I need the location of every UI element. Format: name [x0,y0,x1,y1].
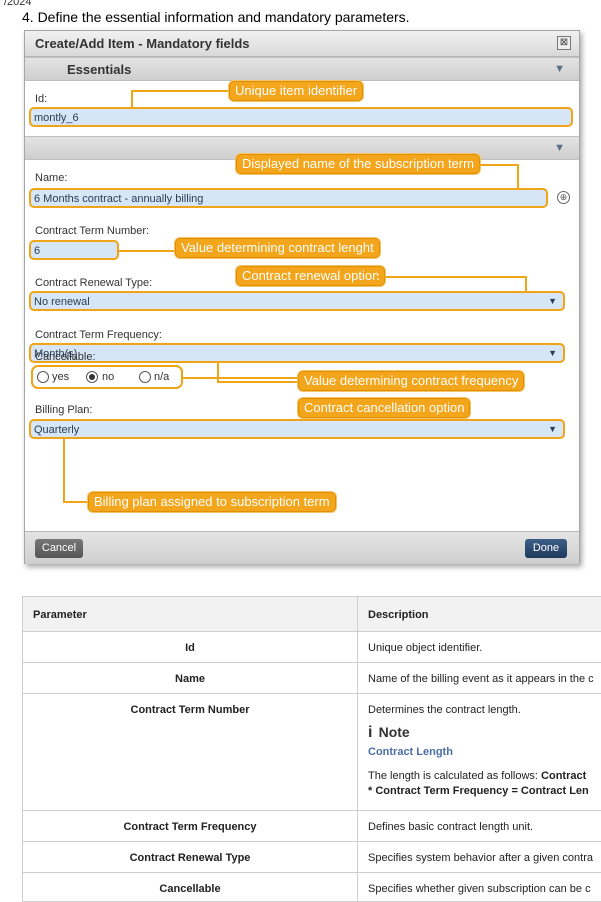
renewal-label: Contract Renewal Type: [35,277,153,289]
billing-select-value: Quarterly [34,424,80,436]
id-input[interactable]: montly_6 [29,107,573,127]
dropdown-arrow-icon[interactable]: ▼ [548,424,557,434]
frequency-callout: Value determining contract frequency [297,370,526,392]
step-instruction: 4. Define the essential information and … [22,9,410,25]
table-row: Contract Renewal Type Specifies system b… [22,842,601,873]
renewal-callout-line-v [525,276,527,291]
billing-label: Billing Plan: [35,404,93,416]
note-line-1: The length is calculated as follows: Con… [368,770,601,782]
note-heading: i Note [368,724,601,742]
frequency-callout-line [217,381,299,383]
radio-na[interactable] [139,371,151,383]
desc-cell: Specifies system behavior after a given … [368,852,594,864]
billing-callout-line-v [63,439,65,503]
term-callout-line [119,250,175,252]
radio-no[interactable] [86,371,98,383]
desc-cell: Name of the billing event as it appears … [368,673,594,685]
table-row: Cancellable Specifies whether given subs… [22,873,601,902]
desc-text: Determines the contract length. [368,704,521,716]
info-icon: i [368,724,373,741]
cancellable-radio-group: yes no n/a [31,365,183,389]
table-row: Name Name of the billing event as it app… [22,663,601,694]
name-callout-line-v [517,164,519,188]
cancel-button[interactable]: Cancel [35,539,83,558]
close-icon[interactable]: ⊠ [557,36,571,50]
radio-no-label: no [102,371,115,383]
dialog-footer: Cancel Done [25,531,579,564]
date-fragment: /2024 [4,0,32,8]
renewal-callout: Contract renewal option [235,265,387,287]
radio-yes[interactable] [37,371,49,383]
id-callout: Unique item identifier [228,80,365,102]
name-callout: Displayed name of the subscription term [235,153,481,175]
note-line-1-bold: Contract [541,770,587,782]
desc-cell-note: Determines the contract length. i Note C… [358,694,601,810]
note-line-2: * Contract Term Frequency = Contract Len [368,785,589,797]
frequency-select[interactable]: Month(s) ▼ [29,343,565,363]
param-cell: Cancellable [22,873,358,901]
collapse-arrow-icon[interactable]: ▼ [554,63,565,75]
renewal-select[interactable]: No renewal ▼ [29,291,565,311]
id-callout-line [131,90,231,92]
name-label: Name: [35,172,68,184]
table-row: Contract Term Number Determines the cont… [22,694,601,811]
param-cell: Id [22,632,358,662]
essentials-section-title: Essentials [67,62,132,77]
globe-icon[interactable]: ⊕ [557,191,570,204]
done-button[interactable]: Done [525,539,567,558]
cancellable-callout: Contract cancellation option [297,397,472,419]
term-number-label: Contract Term Number: [35,225,150,237]
id-callout-line-v [131,90,133,107]
essentials-section-bar[interactable]: Essentials ▼ [25,57,579,81]
billing-callout-line [63,501,89,503]
name-callout-line [477,164,519,166]
table-header-row: Parameter Description [22,596,601,632]
table-row: Id Unique object identifier. [22,632,601,663]
cancellable-label: Cancellable: [35,351,96,363]
dialog-title: Create/Add Item - Mandatory fields [35,36,250,51]
note-title: Note [378,724,410,740]
name-input[interactable]: 6 Months contract - annually billing [29,188,548,208]
dropdown-arrow-icon[interactable]: ▼ [548,348,557,358]
radio-yes-label: yes [52,371,70,383]
billing-callout: Billing plan assigned to subscription te… [87,491,337,513]
frequency-label: Contract Term Frequency: [35,329,162,341]
create-item-dialog: Create/Add Item - Mandatory fields ⊠ Ess… [24,30,580,564]
term-number-callout: Value determining contract lenght [174,237,381,259]
renewal-select-value: No renewal [34,296,90,308]
billing-select[interactable]: Quarterly ▼ [29,419,565,439]
table-row: Contract Term Frequency Defines basic co… [22,811,601,842]
collapse-arrow-icon[interactable]: ▼ [554,142,565,154]
renewal-callout-line [377,276,527,278]
param-cell: Name [22,663,358,693]
header-parameter: Parameter [22,597,358,631]
frequency-callout-line-v [217,363,219,383]
note-line-1-prefix: The length is calculated as follows: [368,770,542,782]
radio-na-label: n/a [154,371,170,383]
param-cell: Contract Renewal Type [22,842,358,872]
desc-cell: Unique object identifier. [368,642,483,654]
desc-cell: Specifies whether given subscription can… [368,883,591,895]
id-label: Id: [35,93,48,105]
dropdown-arrow-icon[interactable]: ▼ [548,296,557,306]
cancellable-callout-line [183,377,299,379]
term-number-input[interactable]: 6 [29,240,119,260]
param-cell: Contract Term Number [22,694,358,810]
header-description: Description [368,609,429,621]
desc-cell: Defines basic contract length unit. [368,821,534,833]
dialog-header: Create/Add Item - Mandatory fields [25,31,579,57]
note-subtitle: Contract Length [368,746,453,758]
param-cell: Contract Term Frequency [22,811,358,841]
